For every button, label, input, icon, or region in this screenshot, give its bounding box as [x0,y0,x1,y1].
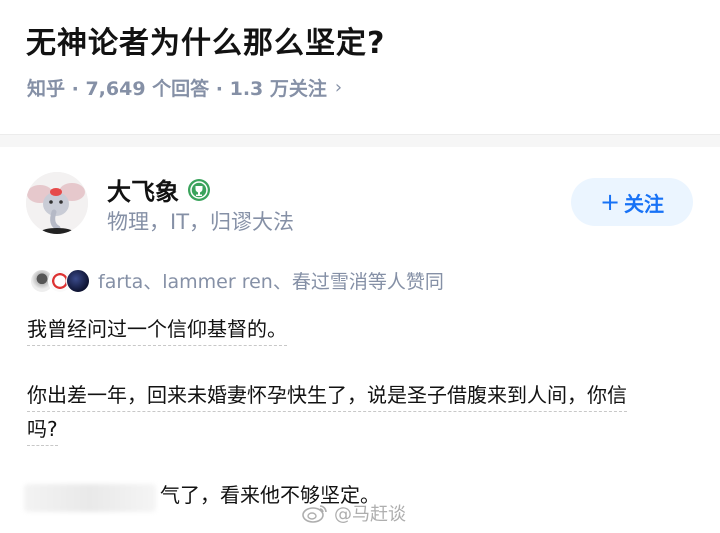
question-meta-text: 知乎 · 7,649 个回答 · 1.3 万关注 [27,78,327,100]
voter-avatars [30,268,90,293]
answer-text-2a: 你出差一年，回来未婚妻怀孕快生了，说是圣子借腹来到人间，你信 [27,383,627,412]
follow-button[interactable]: + 关注 [571,178,693,226]
blurred-text-region [24,484,156,512]
dumbo-elephant-icon [26,172,88,234]
author-avatar[interactable] [26,172,88,234]
weibo-watermark: @马赶谈 [302,500,406,526]
answer-text-2b: 吗? [27,417,58,446]
author-name[interactable]: 大飞象 [107,172,179,207]
voters-text: farta、lammer ren、春过雪消等人赞同 [98,271,444,293]
plus-icon: + [599,188,621,216]
voters-row[interactable]: farta、lammer ren、春过雪消等人赞同 [30,267,444,294]
author-name-row: 大飞象 [107,172,211,207]
watermark-text: @马赶谈 [334,504,406,525]
trophy-badge-icon [188,178,210,201]
question-title[interactable]: 无神论者为什么那么坚定? [26,18,385,62]
answer-paragraph-1: 我曾经问过一个信仰基督的。 [27,312,287,346]
author-bio: 物理，IT，归谬大法 [107,210,295,234]
answer-paragraph-2: 你出差一年，回来未婚妻怀孕快生了，说是圣子借腹来到人间，你信 吗? [27,378,692,446]
section-divider [0,134,720,147]
chevron-right-icon: › [334,77,343,98]
question-meta-link[interactable]: 知乎 · 7,649 个回答 · 1.3 万关注 › [27,74,342,101]
answer-text-1: 我曾经问过一个信仰基督的。 [27,317,287,346]
voter-avatar-icon [66,268,90,293]
follow-button-label: 关注 [624,191,665,216]
weibo-logo-icon [302,505,327,523]
